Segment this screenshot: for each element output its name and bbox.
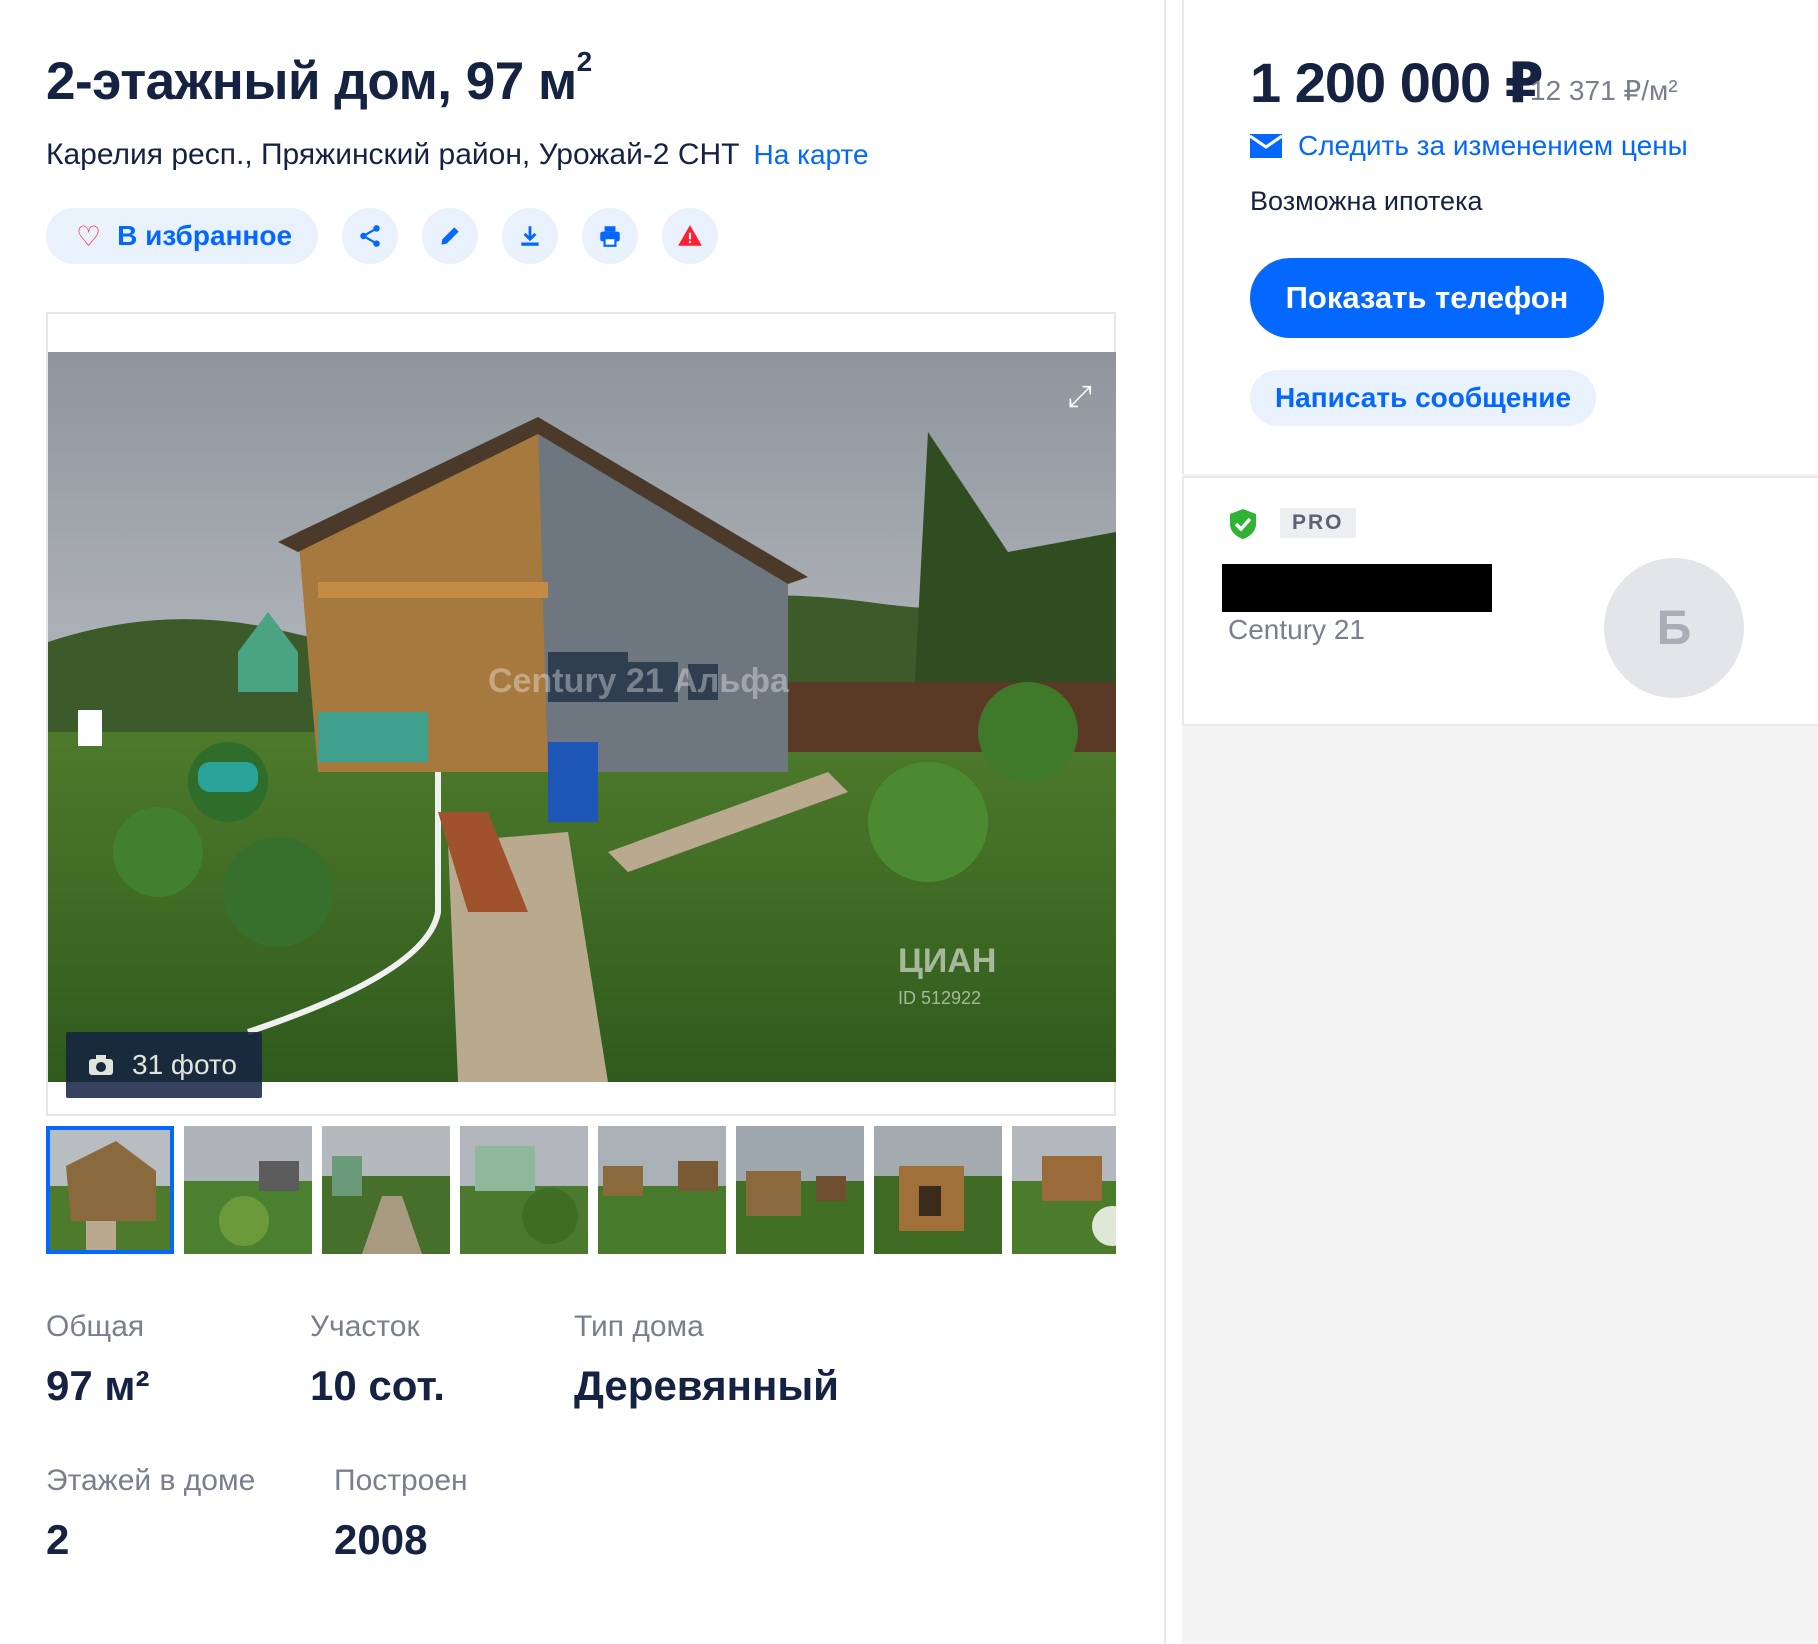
- avatar[interactable]: Б: [1604, 558, 1744, 698]
- watermark-agency: Century 21 Альфа: [488, 662, 790, 700]
- download-icon: [521, 226, 539, 246]
- thumbnail-strip: [46, 1126, 1116, 1254]
- mail-icon: [1250, 134, 1282, 158]
- print-icon: [600, 226, 620, 247]
- share-icon: [360, 225, 380, 247]
- thumbnail[interactable]: [598, 1126, 726, 1254]
- thumbnail[interactable]: [322, 1126, 450, 1254]
- agent-card: PRO Century 21 Б: [1182, 476, 1818, 726]
- param-value: 10 сот.: [310, 1362, 445, 1409]
- param-built: Построен 2008: [334, 1464, 468, 1564]
- param-label: Этажей в доме: [46, 1464, 256, 1497]
- param-value: 97 м²: [46, 1362, 150, 1409]
- param-floors: Этажей в доме 2: [46, 1464, 255, 1564]
- param-plot: Участок 10 сот.: [310, 1310, 445, 1410]
- favorite-button[interactable]: ♡ В избранное: [46, 208, 318, 264]
- param-label: Общая: [46, 1310, 145, 1343]
- photo-count-badge[interactable]: 31 фото: [66, 1032, 262, 1098]
- main-content: 2-этажный дом, 97 м2 Карелия респ., Пряж…: [0, 0, 1164, 1644]
- address-text: Карелия респ., Пряжинский район, Урожай-…: [46, 138, 740, 171]
- follow-price-link[interactable]: Следить за изменением цены: [1250, 130, 1688, 162]
- price-card: 1 200 000 ₽ 12 371 ₽/м² Следить за измен…: [1182, 0, 1818, 474]
- write-message-button[interactable]: Написать сообщение: [1250, 370, 1596, 426]
- thumbnail[interactable]: [874, 1126, 1002, 1254]
- mortgage-note: Возможна ипотека: [1250, 186, 1483, 216]
- report-button[interactable]: [662, 208, 718, 264]
- param-value: 2: [46, 1516, 70, 1563]
- pro-badge: PRO: [1280, 508, 1356, 538]
- fullscreen-icon[interactable]: ⤢: [1068, 380, 1092, 414]
- thumbnail[interactable]: [46, 1126, 174, 1254]
- redacted-agent-name: [1222, 564, 1492, 612]
- prev-photo-arrow-icon[interactable]: [78, 710, 102, 746]
- watermark-id: ID 512922: [898, 988, 981, 1008]
- param-label: Построен: [334, 1464, 468, 1497]
- sidebar: 1 200 000 ₽ 12 371 ₽/м² Следить за измен…: [1166, 0, 1818, 1644]
- main-photo[interactable]: ЦИАН ID 512922 Century 21 Альфа ⤢: [48, 352, 1116, 1082]
- print-button[interactable]: [582, 208, 638, 264]
- thumbnail[interactable]: [1012, 1126, 1116, 1254]
- download-button[interactable]: [502, 208, 558, 264]
- param-label: Тип дома: [574, 1310, 704, 1343]
- param-house-type: Тип дома Деревянный: [574, 1310, 839, 1410]
- thumbnail[interactable]: [460, 1126, 588, 1254]
- favorite-label: В избранное: [117, 220, 293, 251]
- watermark-site: ЦИАН: [898, 942, 996, 980]
- follow-price-label: Следить за изменением цены: [1298, 130, 1688, 161]
- edit-icon: [441, 227, 459, 245]
- photo-gallery: ЦИАН ID 512922 Century 21 Альфа ⤢ 31 фот…: [46, 312, 1116, 1116]
- show-phone-button[interactable]: Показать телефон: [1250, 258, 1604, 338]
- map-link[interactable]: На карте: [754, 139, 869, 170]
- report-icon: [678, 225, 702, 246]
- edit-button[interactable]: [422, 208, 478, 264]
- sidebar-gap: [1166, 0, 1182, 1644]
- param-total-area: Общая 97 м²: [46, 1310, 149, 1410]
- heart-icon: ♡: [76, 220, 102, 252]
- verified-shield-icon: [1230, 509, 1256, 539]
- thumbnail[interactable]: [184, 1126, 312, 1254]
- price-per-meter: 12 371 ₽/м²: [1530, 75, 1678, 106]
- page-title: 2-этажный дом, 97 м2: [46, 46, 592, 111]
- agency-name[interactable]: Century 21: [1228, 614, 1365, 646]
- param-value: Деревянный: [574, 1362, 840, 1409]
- photo-count-label: 31 фото: [132, 1049, 237, 1080]
- camera-icon: [89, 1055, 113, 1075]
- address: Карелия респ., Пряжинский район, Урожай-…: [46, 138, 869, 172]
- house-photo: ЦИАН ID 512922 Century 21 Альфа: [48, 352, 1116, 1082]
- price: 1 200 000 ₽: [1250, 51, 1544, 114]
- param-value: 2008: [334, 1516, 428, 1563]
- param-label: Участок: [310, 1310, 420, 1343]
- thumbnail[interactable]: [736, 1126, 864, 1254]
- share-button[interactable]: [342, 208, 398, 264]
